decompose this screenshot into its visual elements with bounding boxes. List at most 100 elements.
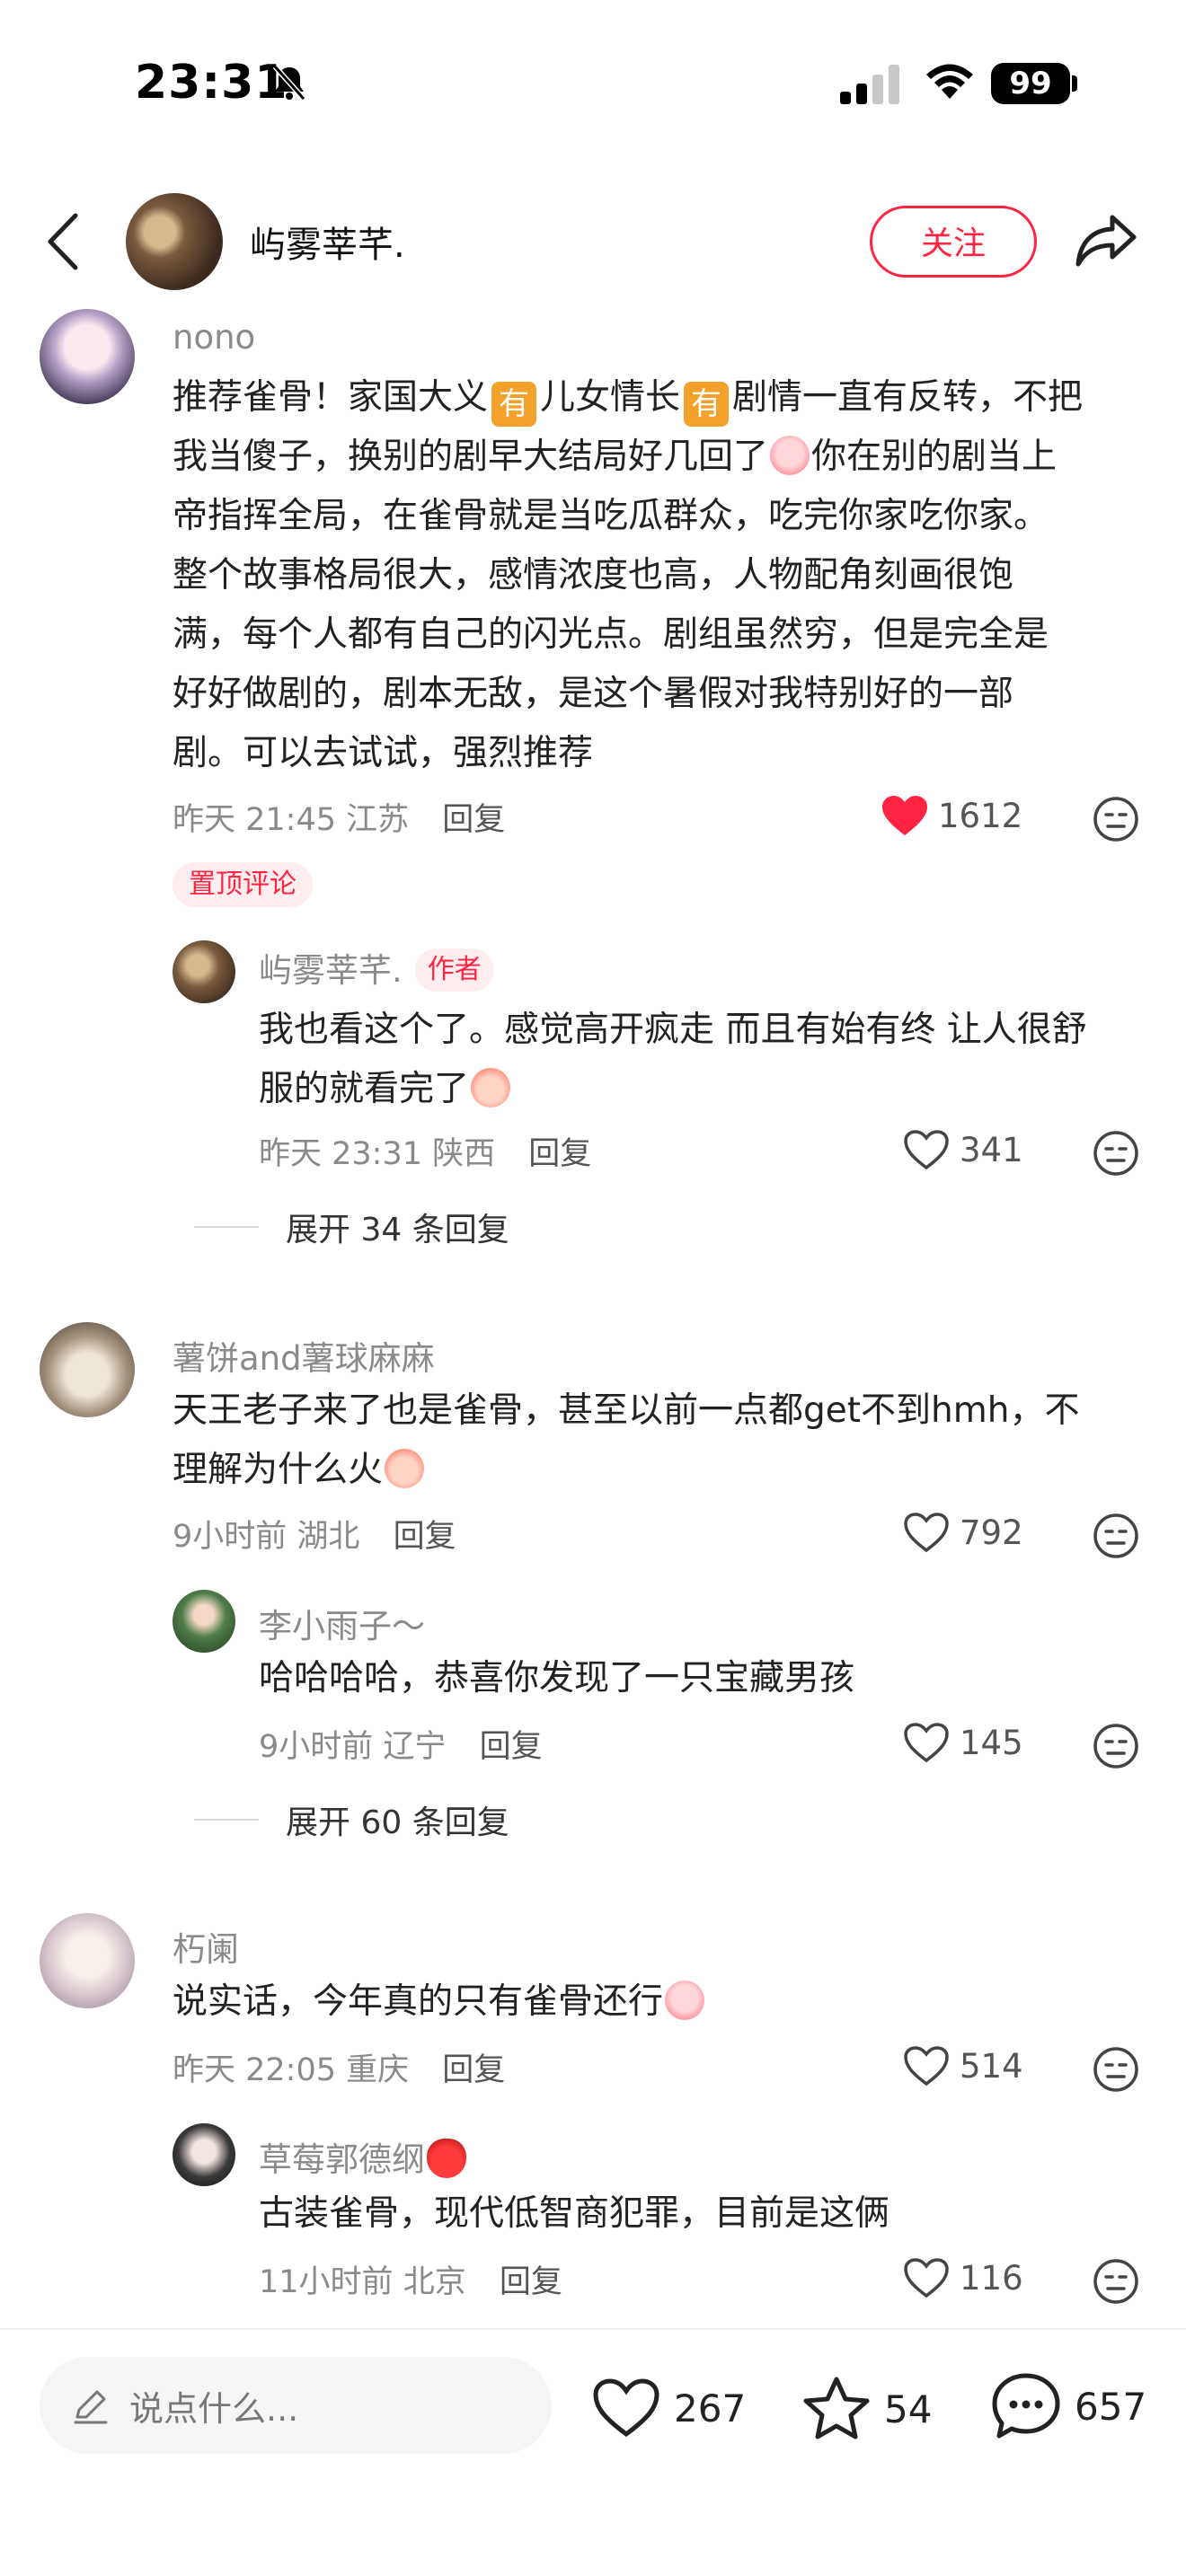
expand-divider <box>194 1226 259 1228</box>
comment-time: 昨天 21:45 <box>173 802 336 838</box>
peach-face-icon <box>385 1449 425 1488</box>
comment-meta: 昨天 22:05 重庆 回复 <box>173 2044 505 2090</box>
comment-time: 昨天 22:05 <box>173 2052 336 2088</box>
comment-text: 说实话，今年真的只有雀骨还行 <box>173 1972 706 2032</box>
commenter-username[interactable]: 朽阑 <box>173 1922 239 1971</box>
comment-text: 推荐雀骨！家国大义有儿女情长有剧情一直有反转，不把 我当傻子，换别的剧早大结局好… <box>173 377 1084 773</box>
reply-text: 我也看这个了。感觉高开疯走 而且有始有终 让人很舒 服的就看完了 <box>259 1010 1087 1109</box>
commenter-avatar[interactable] <box>40 309 135 404</box>
like-count: 341 <box>960 1130 1023 1169</box>
like-button[interactable]: 792 <box>902 1511 1023 1554</box>
reply-header: 草莓郭德纲 <box>259 2132 468 2181</box>
post-collect-count: 54 <box>884 2386 933 2431</box>
author-avatar[interactable] <box>126 193 223 290</box>
dislike-face-icon[interactable] <box>1093 796 1139 842</box>
you-emoji-icon: 有 <box>491 382 537 427</box>
comment-input-placeholder: 说点什么... <box>129 2388 299 2429</box>
battery-tip <box>1072 75 1077 92</box>
comment-meta: 9小时前 湖北 回复 <box>173 1511 456 1557</box>
like-count: 145 <box>960 1723 1023 1762</box>
crying-face-icon <box>665 1981 705 2020</box>
expand-label: 展开 34 条回复 <box>286 1212 509 1248</box>
replier-username[interactable]: 草莓郭德纲 <box>259 2140 425 2179</box>
reply-button[interactable]: 回复 <box>528 1136 591 1172</box>
crying-face-icon <box>770 436 810 475</box>
reply-button[interactable]: 回复 <box>442 802 505 838</box>
replier-avatar[interactable] <box>173 2123 235 2186</box>
post-like-count: 267 <box>674 2386 747 2430</box>
heart-outline-icon <box>904 2258 949 2298</box>
like-count: 116 <box>960 2258 1023 2298</box>
comment-location: 湖北 <box>296 1519 360 1555</box>
silent-bell-icon <box>272 65 306 101</box>
commenter-avatar[interactable] <box>40 1913 135 2008</box>
like-button[interactable]: 341 <box>902 1128 1023 1171</box>
comment-location: 江苏 <box>346 802 410 838</box>
replier-username[interactable]: 屿雾莘芊. <box>259 951 403 990</box>
replier-avatar[interactable] <box>173 1590 235 1653</box>
heart-outline-icon <box>904 2046 949 2086</box>
cellular-signal-icon <box>840 65 899 104</box>
post-like-button[interactable]: 267 <box>591 2377 746 2439</box>
reply-location: 辽宁 <box>383 1729 447 1765</box>
dislike-face-icon[interactable] <box>1093 1513 1139 1559</box>
reply-text: 哈哈哈哈，恭喜你发现了一只宝藏男孩 <box>259 1658 855 1698</box>
like-button[interactable]: 514 <box>902 2044 1023 2087</box>
reply-meta: 9小时前 辽宁 回复 <box>259 1721 543 1767</box>
comment-bubble-icon <box>992 2373 1060 2439</box>
heart-outline-icon <box>904 1130 949 1170</box>
commenter-avatar[interactable] <box>40 1322 135 1417</box>
reply-button[interactable]: 回复 <box>394 1519 456 1555</box>
battery-indicator: 99 <box>991 63 1070 104</box>
commenter-username[interactable]: 薯饼and薯球麻麻 <box>173 1331 435 1380</box>
comment-input[interactable]: 说点什么... <box>40 2357 552 2454</box>
reply-time: 昨天 23:31 <box>259 1136 422 1172</box>
dislike-face-icon[interactable] <box>1093 1130 1139 1177</box>
author-username[interactable]: 屿雾莘芊. <box>250 216 405 268</box>
pinned-badge: 置顶评论 <box>173 862 313 907</box>
post-comment-count: 657 <box>1075 2384 1147 2429</box>
share-icon[interactable] <box>1075 212 1137 268</box>
reply-location: 北京 <box>403 2264 466 2300</box>
heart-outline-icon <box>904 1513 949 1553</box>
reply-button[interactable]: 回复 <box>500 2264 562 2300</box>
heart-filled-icon <box>882 796 927 835</box>
peach-face-icon <box>471 1068 511 1107</box>
like-button[interactable]: 116 <box>902 2256 1023 2299</box>
star-outline-icon <box>803 2377 870 2439</box>
expand-replies-button[interactable]: 展开 60 条回复 <box>194 1796 509 1843</box>
reply-button[interactable]: 回复 <box>480 1729 543 1765</box>
expand-divider <box>194 1819 259 1821</box>
dislike-face-icon[interactable] <box>1093 1723 1139 1769</box>
reply-meta: 昨天 23:31 陕西 回复 <box>259 1128 591 1174</box>
dislike-face-icon[interactable] <box>1093 2046 1139 2093</box>
comment-location: 重庆 <box>346 2052 410 2088</box>
reply-text: 古装雀骨，现代低智商犯罪，目前是这俩 <box>259 2193 890 2234</box>
reply-button[interactable]: 回复 <box>442 2052 505 2088</box>
like-button[interactable]: 145 <box>902 1721 1023 1764</box>
wifi-icon <box>926 64 973 99</box>
replier-avatar[interactable] <box>173 940 235 1003</box>
back-arrow-icon[interactable] <box>45 212 81 271</box>
replier-username[interactable]: 李小雨子～ <box>259 1599 425 1647</box>
post-comment-button[interactable]: 657 <box>990 2371 1146 2441</box>
author-badge: 作者 <box>414 948 494 992</box>
commenter-username[interactable]: nono <box>173 318 255 357</box>
status-time: 23:31 <box>135 56 288 110</box>
dislike-face-icon[interactable] <box>1093 2258 1139 2305</box>
like-count: 1612 <box>938 796 1023 835</box>
expand-replies-button[interactable]: 展开 34 条回复 <box>194 1204 509 1250</box>
follow-button[interactable]: 关注 <box>870 206 1037 278</box>
strawberry-icon <box>427 2139 466 2178</box>
reply-location: 陕西 <box>432 1136 496 1172</box>
expand-label: 展开 60 条回复 <box>286 1804 509 1841</box>
like-count: 792 <box>960 1513 1023 1552</box>
reply-header: 屿雾莘芊. 作者 <box>259 943 494 992</box>
like-count: 514 <box>960 2046 1023 2086</box>
bottom-divider <box>0 2328 1186 2330</box>
you-emoji-icon: 有 <box>684 382 730 427</box>
comment-meta: 昨天 21:45 江苏 回复 <box>173 794 505 840</box>
comment-text: 天王老子来了也是雀骨，甚至以前一点都get不到hmh，不 理解为什么火 <box>173 1390 1080 1490</box>
like-button[interactable]: 1612 <box>881 794 1022 837</box>
post-collect-button[interactable]: 54 <box>801 2375 932 2443</box>
